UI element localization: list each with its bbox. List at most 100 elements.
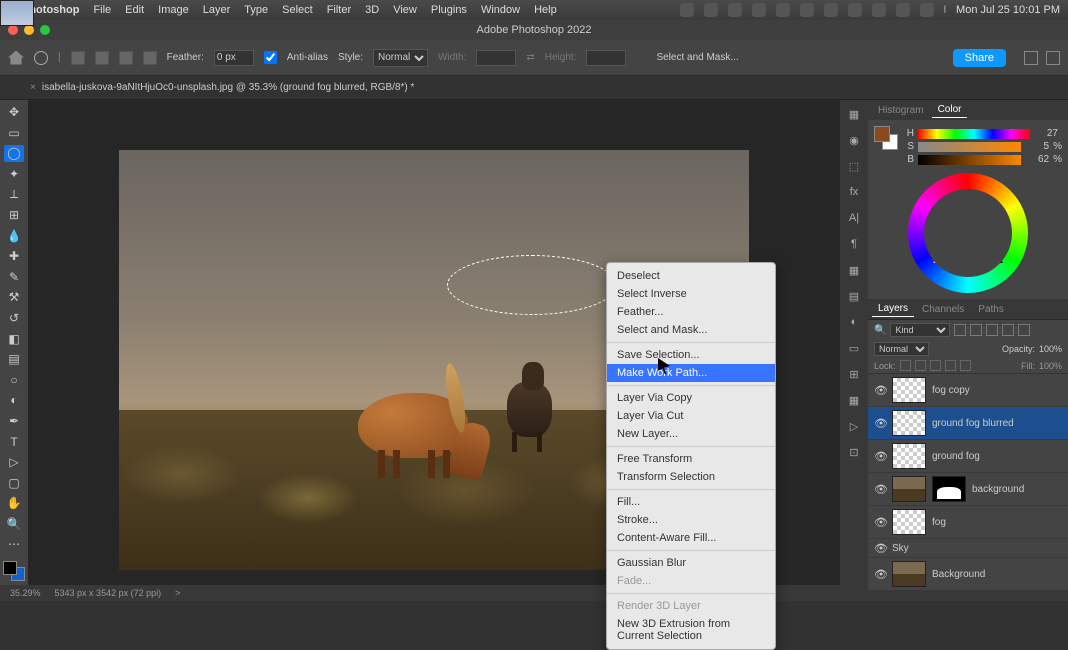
hand-tool[interactable]: ✋: [4, 495, 24, 512]
history-brush-tool[interactable]: ↺: [4, 310, 24, 327]
visibility-icon[interactable]: 👁: [874, 450, 886, 462]
path-tool[interactable]: ▷: [4, 454, 24, 471]
context-menu-item[interactable]: Free Transform: [607, 450, 775, 468]
context-menu-item[interactable]: Content-Aware Fill...: [607, 529, 775, 547]
maximize-icon[interactable]: [40, 25, 50, 35]
fill-value[interactable]: 100%: [1039, 361, 1062, 371]
tab-close-icon[interactable]: ×: [30, 82, 36, 93]
layer-row[interactable]: 👁 ground fog blurred: [868, 407, 1068, 440]
menu-help[interactable]: Help: [534, 4, 557, 16]
panel-icon[interactable]: ▷: [846, 418, 862, 434]
context-menu-item[interactable]: New Layer...: [607, 425, 775, 443]
filter-icon[interactable]: [986, 324, 998, 336]
panel-icon[interactable]: ⬚: [846, 158, 862, 174]
tab-filename[interactable]: isabella-juskova-9aNItHjuOc0-unsplash.jp…: [42, 82, 415, 93]
context-menu-item[interactable]: Fill...: [607, 493, 775, 511]
eraser-tool[interactable]: ◧: [4, 330, 24, 347]
panel-icon[interactable]: ▦: [846, 106, 862, 122]
menu-image[interactable]: Image: [158, 4, 189, 16]
intersect-selection-icon[interactable]: [143, 51, 157, 65]
lasso-tool[interactable]: ◯: [4, 145, 24, 162]
menubar-icon[interactable]: [680, 3, 694, 17]
more-tools[interactable]: ⋯: [4, 536, 24, 553]
context-menu-item[interactable]: Select and Mask...: [607, 321, 775, 339]
tool-preset-icon[interactable]: [34, 51, 48, 65]
menubar-icon[interactable]: [776, 3, 790, 17]
layer-name[interactable]: Background: [932, 569, 985, 580]
panel-icon[interactable]: fx: [846, 184, 862, 200]
doc-dimensions[interactable]: 5343 px x 3542 px (72 ppi): [55, 588, 162, 598]
share-button[interactable]: Share: [953, 49, 1006, 67]
menu-select[interactable]: Select: [282, 4, 313, 16]
panel-icon[interactable]: A|: [846, 210, 862, 226]
tab-color[interactable]: Color: [932, 102, 968, 118]
layer-thumb[interactable]: [892, 377, 926, 403]
zoom-tool[interactable]: 🔍: [4, 516, 24, 533]
workspace-icon[interactable]: [1046, 51, 1060, 65]
menubar-icon[interactable]: [752, 3, 766, 17]
select-mask-button[interactable]: Select and Mask...: [656, 52, 738, 63]
hue-value[interactable]: 27: [1034, 128, 1058, 139]
panel-icon[interactable]: ¶: [846, 236, 862, 252]
context-menu-item[interactable]: New 3D Extrusion from Current Selection: [607, 615, 775, 645]
lock-icon[interactable]: [960, 360, 971, 371]
color-swatches[interactable]: [3, 561, 25, 581]
sat-value[interactable]: 5: [1025, 141, 1049, 152]
layer-name[interactable]: fog copy: [932, 385, 970, 396]
marquee-tool[interactable]: ▭: [4, 125, 24, 142]
context-menu-item[interactable]: Layer Via Copy: [607, 389, 775, 407]
menu-window[interactable]: Window: [481, 4, 520, 16]
clock[interactable]: Mon Jul 25 10:01 PM: [956, 4, 1060, 16]
layer-name[interactable]: fog: [932, 517, 946, 528]
eyedropper-tool[interactable]: 💧: [4, 227, 24, 244]
menubar-icon[interactable]: [896, 3, 910, 17]
menubar-icon[interactable]: [920, 3, 934, 17]
context-menu-item[interactable]: Select Inverse: [607, 285, 775, 303]
layer-thumb[interactable]: [892, 410, 926, 436]
layer-row[interactable]: 👁 background: [868, 473, 1068, 506]
document-tabs[interactable]: × isabella-juskova-9aNItHjuOc0-unsplash.…: [0, 76, 1068, 100]
tab-histogram[interactable]: Histogram: [872, 103, 930, 118]
menubar-icon[interactable]: [848, 3, 862, 17]
fg-bg-swatch[interactable]: [874, 126, 898, 150]
menubar-icon[interactable]: [800, 3, 814, 17]
panel-icon[interactable]: ⊡: [846, 444, 862, 460]
visibility-icon[interactable]: 👁: [874, 516, 886, 528]
brush-tool[interactable]: ✎: [4, 269, 24, 286]
panel-icon[interactable]: ▦: [846, 392, 862, 408]
layers-list[interactable]: 👁 fog copy👁 ground fog blurred👁 ground f…: [868, 374, 1068, 591]
wifi-icon[interactable]: ⧙: [944, 4, 946, 17]
visibility-icon[interactable]: 👁: [874, 483, 886, 495]
visibility-icon[interactable]: 👁: [874, 542, 886, 554]
panel-icon[interactable]: ◉: [846, 132, 862, 148]
move-tool[interactable]: ✥: [4, 104, 24, 121]
bri-value[interactable]: 62: [1025, 154, 1049, 165]
visibility-icon[interactable]: 👁: [874, 568, 886, 580]
tab-layers[interactable]: Layers: [872, 301, 914, 317]
menu-layer[interactable]: Layer: [203, 4, 231, 16]
menubar-icon[interactable]: [704, 3, 718, 17]
antialias-checkbox[interactable]: [264, 51, 277, 64]
context-menu-item[interactable]: Save Selection...: [607, 346, 775, 364]
layer-thumb[interactable]: [892, 561, 926, 587]
filter-icon[interactable]: [970, 324, 982, 336]
context-menu-item[interactable]: Feather...: [607, 303, 775, 321]
hue-slider[interactable]: [918, 129, 1030, 139]
gradient-tool[interactable]: ▤: [4, 351, 24, 368]
feather-input[interactable]: [214, 50, 254, 66]
lock-icon[interactable]: [915, 360, 926, 371]
dodge-tool[interactable]: ◐: [4, 392, 24, 409]
style-select[interactable]: Normal: [373, 49, 428, 67]
crop-tool[interactable]: ⟂: [4, 186, 24, 203]
menu-edit[interactable]: Edit: [125, 4, 144, 16]
lock-icon[interactable]: [930, 360, 941, 371]
layers-panel-tabs[interactable]: Layers Channels Paths: [868, 299, 1068, 319]
add-selection-icon[interactable]: [95, 51, 109, 65]
wand-tool[interactable]: ✦: [4, 166, 24, 183]
context-menu-item[interactable]: Deselect: [607, 267, 775, 285]
color-panel-tabs[interactable]: Histogram Color: [868, 100, 1068, 120]
sat-slider[interactable]: [918, 142, 1021, 152]
layer-thumb[interactable]: [892, 443, 926, 469]
home-icon[interactable]: [8, 51, 24, 65]
selection-marquee[interactable]: [447, 255, 617, 315]
